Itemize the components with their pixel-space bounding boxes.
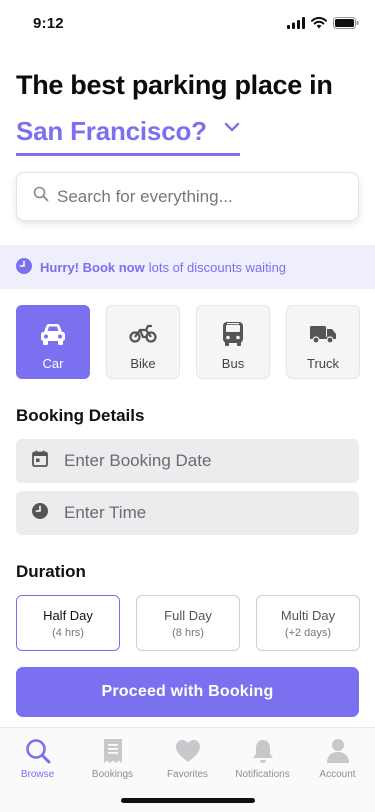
search-icon [33,186,49,207]
tab-browse[interactable]: Browse [0,736,75,780]
status-time: 9:12 [33,15,64,32]
duration-label: Multi Day [280,607,336,623]
tab-bookings[interactable]: Bookings [75,736,150,780]
duration-selector: Half Day (4 hrs) Full Day (8 hrs) Multi … [16,595,360,651]
tab-notifications[interactable]: Notifications [225,736,300,780]
bus-icon [222,318,244,350]
bell-icon [251,736,275,766]
promo-highlight: Hurry! Book now [40,259,145,275]
vehicle-selector: Car Bike Bus Truck [16,305,360,379]
tab-label: Browse [20,769,55,780]
calendar-icon [32,450,48,472]
booking-date-input[interactable] [64,451,334,471]
search-icon [25,736,51,766]
duration-sublabel: (8 hrs) [172,626,204,639]
page-title: The best parking place in [16,70,333,100]
status-icons [287,16,359,34]
tab-label: Account [319,769,356,780]
status-bar: 9:12 [0,0,375,46]
vehicle-label: Bike [130,356,156,371]
city-selector[interactable]: San Francisco? [16,110,240,156]
booking-time-input[interactable] [64,503,334,523]
city-name: San Francisco? [16,116,207,146]
promo-banner[interactable]: Hurry! Book now lots of discounts waitin… [0,245,375,289]
promo-text: lots of discounts waiting [148,259,287,275]
duration-option-half-day[interactable]: Half Day (4 hrs) [16,595,120,651]
vehicle-option-car[interactable]: Car [16,305,90,379]
duration-label: Full Day [164,607,212,623]
receipt-icon [102,736,124,766]
booking-time-field[interactable] [16,491,359,535]
duration-option-full-day[interactable]: Full Day (8 hrs) [136,595,240,651]
truck-icon [309,318,337,350]
tab-account[interactable]: Account [300,736,375,780]
tab-favorites[interactable]: Favorites [150,736,225,780]
search-box[interactable] [16,172,359,221]
vehicle-label: Car [42,356,64,371]
vehicle-label: Bus [221,356,245,371]
vehicle-option-bus[interactable]: Bus [196,305,270,379]
proceed-button[interactable]: Proceed with Booking [16,667,359,717]
vehicle-option-truck[interactable]: Truck [286,305,360,379]
booking-details-title: Booking Details [16,406,145,425]
chevron-down-icon [224,119,240,140]
clock-icon [16,257,32,277]
booking-date-field[interactable] [16,439,359,483]
car-icon [39,318,67,350]
search-input[interactable] [57,186,327,207]
clock-icon [32,502,48,524]
home-indicator [121,798,255,803]
tab-label: Favorites [166,769,209,780]
person-icon [326,736,350,766]
wifi-icon [311,16,327,34]
battery-icon [333,16,359,34]
duration-option-multi-day[interactable]: Multi Day (+2 days) [256,595,360,651]
duration-sublabel: (+2 days) [284,626,332,639]
tab-label: Bookings [91,769,134,780]
duration-sublabel: (4 hrs) [52,626,84,639]
tab-label: Notifications [235,769,290,780]
vehicle-option-bike[interactable]: Bike [106,305,180,379]
vehicle-label: Truck [306,356,340,371]
bike-icon [129,318,157,350]
heart-icon [175,736,201,766]
duration-title: Duration [16,562,86,581]
signal-icon [287,16,305,34]
duration-label: Half Day [43,607,93,623]
